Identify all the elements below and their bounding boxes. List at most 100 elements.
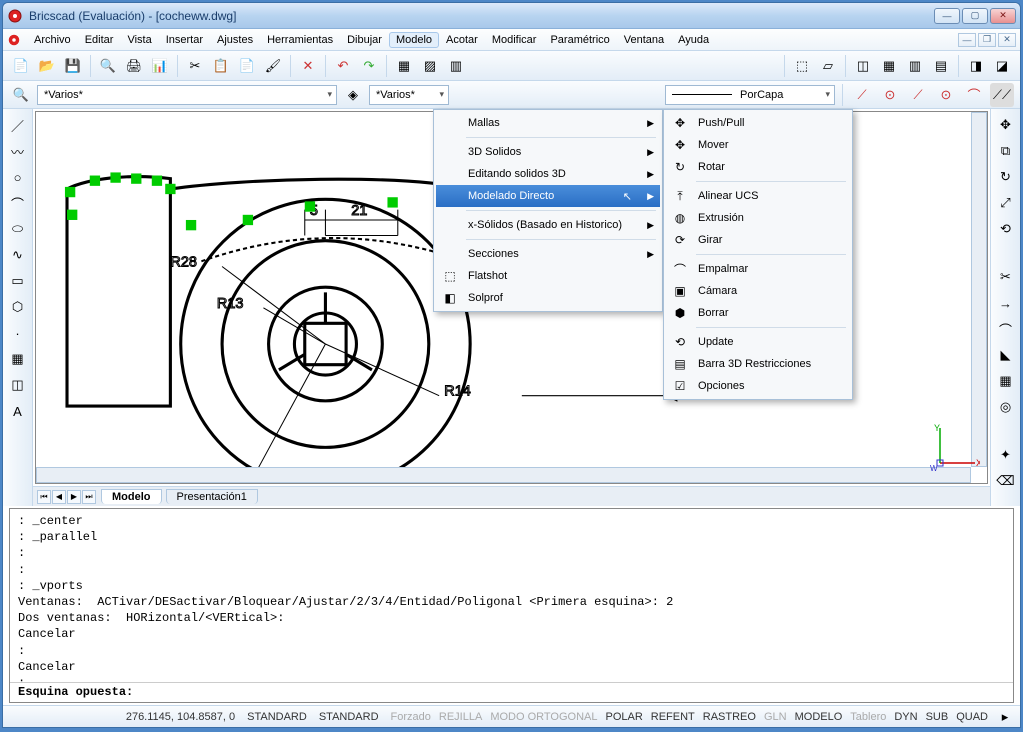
constraint5-button[interactable]: ⌒: [962, 83, 986, 107]
status-toggle-refent[interactable]: REFENT: [647, 711, 699, 723]
open-button[interactable]: 📂: [35, 54, 59, 78]
status-toggle-rejilla[interactable]: REJILLA: [435, 711, 486, 723]
view-iso-button[interactable]: ⬚: [790, 54, 814, 78]
submenu-item-borrar[interactable]: ⬢Borrar: [666, 302, 850, 324]
status-toggle-quad[interactable]: QUAD: [952, 711, 992, 723]
array-tool[interactable]: ▦: [994, 369, 1018, 393]
menu-herramientas[interactable]: Herramientas: [260, 32, 340, 48]
constraint3-button[interactable]: ⟋: [906, 83, 930, 107]
menu-modificar[interactable]: Modificar: [485, 32, 544, 48]
mdi-close-button[interactable]: ✕: [998, 33, 1016, 47]
rect-tool[interactable]: ▭: [6, 269, 30, 293]
menu-vista[interactable]: Vista: [120, 32, 158, 48]
layer-dropdown2[interactable]: *Varios*: [369, 85, 449, 105]
move-tool[interactable]: ✥: [994, 113, 1018, 137]
vertical-scrollbar[interactable]: [971, 112, 987, 467]
submenu-item-extrusi-n[interactable]: ◍Extrusión: [666, 207, 850, 229]
plot-button[interactable]: 📊: [148, 54, 172, 78]
command-history[interactable]: : _center : _parallel : : : _vports Vent…: [10, 509, 1013, 682]
erase-tool[interactable]: ⌫: [994, 469, 1018, 493]
scale-tool[interactable]: ⤢: [994, 191, 1018, 215]
arc-tool[interactable]: ⌒: [6, 191, 30, 215]
circle-tool[interactable]: ○: [6, 165, 30, 189]
copy-tool[interactable]: ⧉: [994, 139, 1018, 163]
menu-item-3d-solidos[interactable]: 3D Solidos▶: [436, 141, 660, 163]
status-toggle-forzado[interactable]: Forzado: [387, 711, 435, 723]
submenu-item-rotar[interactable]: ↻Rotar: [666, 156, 850, 178]
submenu-item-update[interactable]: ⟲Update: [666, 331, 850, 353]
tool3-button[interactable]: ▥: [444, 54, 468, 78]
submenu-item-girar[interactable]: ⟳Girar: [666, 229, 850, 251]
chamfer-tool[interactable]: ◣: [994, 343, 1018, 367]
submenu-item-barra-3d-restricciones[interactable]: ▤Barra 3D Restricciones: [666, 353, 850, 375]
close-button[interactable]: ✕: [990, 8, 1016, 24]
viewport1-button[interactable]: ◫: [851, 54, 875, 78]
polygon-tool[interactable]: ⬡: [6, 295, 30, 319]
text-tool[interactable]: A: [6, 399, 30, 423]
print-button[interactable]: 🖨: [122, 54, 146, 78]
status-toggle-gln[interactable]: GLN: [760, 711, 791, 723]
print-preview-button[interactable]: 🔍: [96, 54, 120, 78]
point-tool[interactable]: ·: [6, 321, 30, 345]
new-button[interactable]: 📄: [9, 54, 33, 78]
layer-dropdown[interactable]: *Varios*: [37, 85, 337, 105]
tab-last-button[interactable]: ⏭: [82, 490, 96, 504]
render2-button[interactable]: ◪: [990, 54, 1014, 78]
status-toggle-tablero[interactable]: Tablero: [846, 711, 890, 723]
fillet-tool[interactable]: ⌒: [994, 317, 1018, 341]
menu-ajustes[interactable]: Ajustes: [210, 32, 260, 48]
trim-tool[interactable]: ✂: [994, 265, 1018, 289]
polyline-tool[interactable]: 〰: [6, 139, 30, 163]
minimize-button[interactable]: —: [934, 8, 960, 24]
redo-button[interactable]: ↷: [357, 54, 381, 78]
mirror-tool[interactable]: ⟲: [994, 217, 1018, 241]
constraint6-button[interactable]: ⟋⟋: [990, 83, 1014, 107]
tab-prev-button[interactable]: ◀: [52, 490, 66, 504]
paste-button[interactable]: 📄: [235, 54, 259, 78]
submenu-item-alinear-ucs[interactable]: ⤒Alinear UCS: [666, 185, 850, 207]
submenu-item-c-mara[interactable]: ▣Cámara: [666, 280, 850, 302]
layer-search-button[interactable]: 🔍: [9, 83, 33, 107]
render1-button[interactable]: ◨: [964, 54, 988, 78]
constraint1-button[interactable]: ⟋: [850, 83, 874, 107]
tab-next-button[interactable]: ▶: [67, 490, 81, 504]
status-toggle-dyn[interactable]: DYN: [890, 711, 921, 723]
mdi-restore-button[interactable]: ❐: [978, 33, 996, 47]
menu-item-editando-solidos-3d[interactable]: Editando solidos 3D▶: [436, 163, 660, 185]
menu-ayuda[interactable]: Ayuda: [671, 32, 716, 48]
tool2-button[interactable]: ▨: [418, 54, 442, 78]
tab-modelo[interactable]: Modelo: [101, 489, 162, 504]
line-tool[interactable]: ／: [6, 113, 30, 137]
menu-item-modelado-directo[interactable]: Modelado Directo▶↖: [436, 185, 660, 207]
delete-button[interactable]: ✕: [296, 54, 320, 78]
layer-state-button[interactable]: ◈: [341, 83, 365, 107]
extend-tool[interactable]: →: [994, 291, 1018, 315]
status-toggle-rastreo[interactable]: RASTREO: [699, 711, 760, 723]
command-input[interactable]: Esquina opuesta:: [10, 682, 1013, 702]
copy-button[interactable]: 📋: [209, 54, 233, 78]
menu-item-flatshot[interactable]: ⬚Flatshot: [436, 265, 660, 287]
hatch-tool[interactable]: ▦: [6, 347, 30, 371]
ellipse-tool[interactable]: ⬭: [6, 217, 30, 241]
tab-first-button[interactable]: ⏮: [37, 490, 51, 504]
viewport4-button[interactable]: ▤: [929, 54, 953, 78]
menu-editar[interactable]: Editar: [78, 32, 121, 48]
menu-item-secciones[interactable]: Secciones▶: [436, 243, 660, 265]
matchprops-button[interactable]: 🖌: [261, 54, 285, 78]
status-toggle-sub[interactable]: SUB: [922, 711, 953, 723]
linetype-dropdown[interactable]: PorCapa: [665, 85, 835, 105]
status-toggle-modelo[interactable]: MODELO: [791, 711, 847, 723]
menu-archivo[interactable]: Archivo: [27, 32, 78, 48]
status-toggle-modo-ortogonal[interactable]: MODO ORTOGONAL: [486, 711, 601, 723]
horizontal-scrollbar[interactable]: [36, 467, 971, 483]
mdi-minimize-button[interactable]: —: [958, 33, 976, 47]
save-button[interactable]: 💾: [61, 54, 85, 78]
menu-item-x-s-lidos-basado-en-historico-[interactable]: x-Sólidos (Basado en Historico)▶: [436, 214, 660, 236]
tool1-button[interactable]: ▦: [392, 54, 416, 78]
menu-insertar[interactable]: Insertar: [159, 32, 210, 48]
submenu-item-opciones[interactable]: ☑Opciones: [666, 375, 850, 397]
submenu-item-push-pull[interactable]: ✥Push/Pull: [666, 112, 850, 134]
menu-item-solprof[interactable]: ◧Solprof: [436, 287, 660, 309]
viewport3-button[interactable]: ▥: [903, 54, 927, 78]
rotate-tool[interactable]: ↻: [994, 165, 1018, 189]
